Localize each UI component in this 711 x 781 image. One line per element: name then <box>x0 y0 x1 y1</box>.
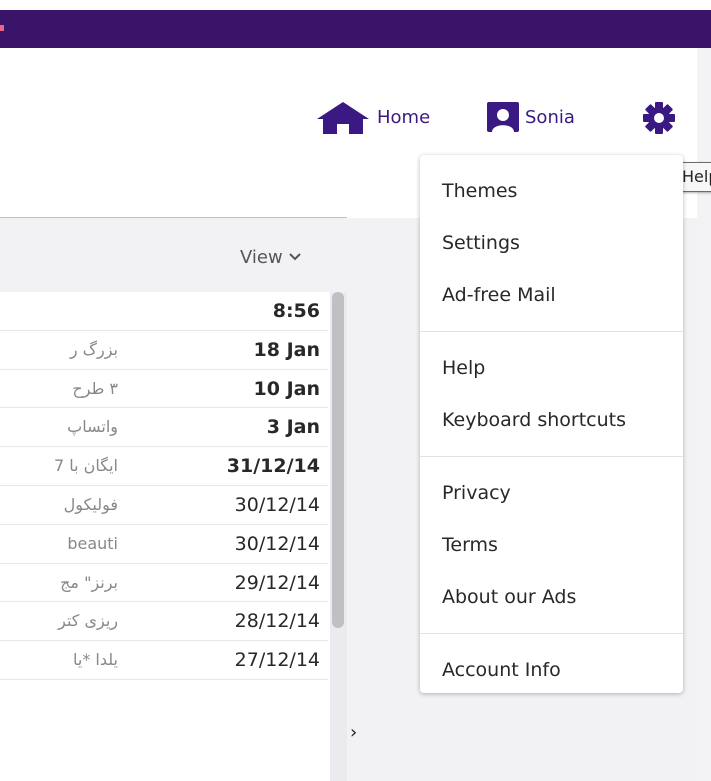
menu-item-account-info[interactable]: Account Info <box>420 644 683 696</box>
message-list-scrollbar[interactable] <box>330 292 347 781</box>
scrollbar-thumb[interactable] <box>332 292 344 628</box>
menu-item-keyboard-shortcuts[interactable]: Keyboard shortcuts <box>420 394 683 446</box>
message-list: 8:56 بزرگ ر 18 Jan ۳ طرح 10 Jan واتساپ 3 Jan ای… <box>0 292 347 781</box>
message-date: 30/12/14 <box>234 532 320 555</box>
message-row[interactable]: فولیکول 30/12/14 <box>0 486 328 525</box>
message-date: 27/12/14 <box>234 649 320 672</box>
message-row[interactable]: برنز" مج 29/12/14 <box>0 564 328 603</box>
message-row[interactable]: beauti 30/12/14 <box>0 525 328 564</box>
menu-group: Help Keyboard shortcuts <box>420 332 683 457</box>
user-profile-link[interactable]: Sonia <box>487 98 575 136</box>
message-row[interactable]: ۳ طرح 10 Jan <box>0 370 328 409</box>
top-bar-accent <box>0 25 4 31</box>
message-row[interactable]: ایگان با 7 31/12/14 <box>0 447 328 486</box>
message-row[interactable]: 8:56 <box>0 292 328 331</box>
settings-menu: Themes Settings Ad-free Mail Help Keyboard s… <box>420 155 683 693</box>
home-link[interactable]: Home <box>315 98 430 136</box>
message-subject: ۳ طرح <box>72 378 118 398</box>
menu-group: Privacy Terms About our Ads <box>420 457 683 634</box>
message-subject <box>0 292 118 330</box>
menu-group: Account Info <box>420 634 683 706</box>
message-date: 10 Jan <box>253 377 320 400</box>
message-subject: یلدا *یا <box>72 650 118 670</box>
avatar <box>487 102 519 132</box>
user-icon <box>492 109 514 132</box>
message-subject: ریزی کتر <box>58 611 118 631</box>
message-row[interactable]: یلدا *یا 27/12/14 <box>0 641 328 680</box>
message-row[interactable]: بزرگ ر 18 Jan <box>0 331 328 370</box>
view-dropdown-button[interactable]: View <box>240 245 301 269</box>
message-date: 18 Jan <box>253 338 320 361</box>
message-date: 30/12/14 <box>234 493 320 516</box>
message-date: 29/12/14 <box>234 571 320 594</box>
menu-item-ad-free-mail[interactable]: Ad-free Mail <box>420 269 683 321</box>
message-date: 31/12/14 <box>226 455 320 478</box>
message-subject: بزرگ ر <box>69 339 118 359</box>
message-date: 28/12/14 <box>234 610 320 633</box>
menu-item-terms[interactable]: Terms <box>420 519 683 571</box>
user-name: Sonia <box>525 106 575 128</box>
right-gutter <box>697 48 711 781</box>
message-subject: فولیکول <box>63 494 118 514</box>
home-label: Home <box>377 106 431 128</box>
chevron-right-icon[interactable]: › <box>350 722 357 743</box>
home-icon <box>317 102 369 134</box>
message-subject: برنز" مج <box>60 572 118 592</box>
view-label: View <box>240 246 283 268</box>
top-bar <box>0 10 711 48</box>
menu-item-help[interactable]: Help <box>420 342 683 394</box>
message-subject: ایگان با 7 <box>53 456 118 476</box>
message-row[interactable]: واتساپ 3 Jan <box>0 408 328 448</box>
gear-icon[interactable] <box>641 100 677 136</box>
message-subject: واتساپ <box>67 417 118 437</box>
menu-item-settings[interactable]: Settings <box>420 217 683 269</box>
message-row[interactable]: ریزی کتر 28/12/14 <box>0 602 328 642</box>
menu-group: Themes Settings Ad-free Mail <box>420 155 683 332</box>
menu-item-about-our-ads[interactable]: About our Ads <box>420 571 683 623</box>
menu-item-themes[interactable]: Themes <box>420 165 683 217</box>
menu-item-privacy[interactable]: Privacy <box>420 467 683 519</box>
message-date: 8:56 <box>272 300 320 322</box>
chevron-down-icon <box>289 253 301 261</box>
message-date: 3 Jan <box>266 416 320 439</box>
message-subject: beauti <box>67 533 118 553</box>
